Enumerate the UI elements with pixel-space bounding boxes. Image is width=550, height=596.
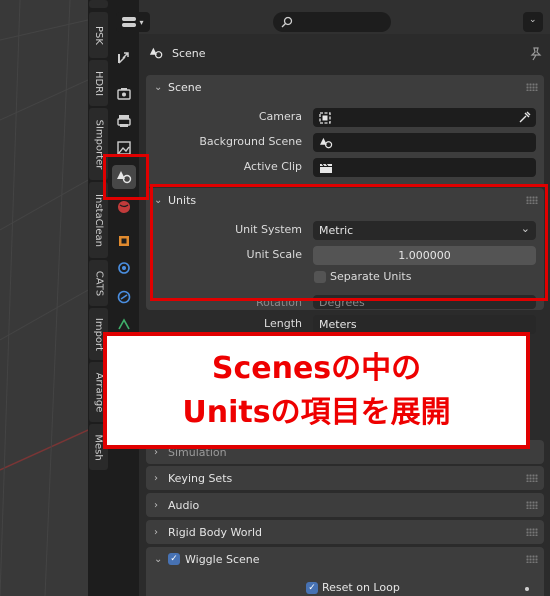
render-icon[interactable] bbox=[112, 81, 136, 105]
tab-psk[interactable]: PSK bbox=[89, 12, 108, 58]
decorator-dot-icon[interactable] bbox=[525, 587, 529, 591]
active-clip-label: Active Clip bbox=[243, 160, 302, 173]
rigid-body-world-panel[interactable]: › Rigid Body World bbox=[146, 520, 544, 544]
length-label: Length bbox=[264, 317, 302, 330]
panel-title: Rigid Body World bbox=[168, 525, 263, 539]
chevron-down-icon: ▾ bbox=[139, 17, 144, 27]
panel-title: Keying Sets bbox=[168, 471, 233, 485]
object-icon[interactable] bbox=[112, 229, 136, 253]
background-scene-label: Background Scene bbox=[199, 135, 302, 148]
tab-cats[interactable]: CATS bbox=[89, 260, 108, 306]
chevron-right-icon: › bbox=[154, 499, 158, 511]
tab-label: HDRI bbox=[93, 70, 104, 96]
chevron-down-icon: ⌄ bbox=[529, 15, 537, 25]
active-clip-field[interactable] bbox=[313, 158, 536, 177]
audio-panel[interactable]: › Audio bbox=[146, 493, 544, 517]
tab-label: PSK bbox=[93, 25, 104, 45]
eyedropper-icon[interactable] bbox=[518, 110, 532, 124]
constraint-icon[interactable] bbox=[112, 285, 136, 309]
reset-on-loop-label: Reset on Loop bbox=[322, 581, 400, 594]
search-icon bbox=[281, 16, 293, 28]
wiggle-scene-checkbox[interactable]: ✓ bbox=[168, 553, 180, 565]
scene-icon bbox=[320, 137, 333, 148]
rigid-body-world-panel-header[interactable]: › Rigid Body World bbox=[146, 520, 544, 544]
editor-type-button[interactable]: ▾ bbox=[116, 12, 150, 32]
physics-icon[interactable] bbox=[112, 256, 136, 280]
clapperboard-icon bbox=[320, 163, 332, 173]
addon-tab-bar: PSK HDRI SImporter InstaClean CATS Impor… bbox=[88, 0, 109, 596]
tool-icon[interactable] bbox=[112, 46, 136, 70]
camera-object-icon bbox=[319, 111, 331, 124]
drag-grip-icon[interactable] bbox=[526, 528, 538, 536]
wiggle-scene-panel-header[interactable]: ⌄ ✓ Wiggle Scene bbox=[146, 547, 544, 571]
background-scene-field[interactable] bbox=[313, 133, 536, 152]
keying-sets-panel-header[interactable]: › Keying Sets bbox=[146, 466, 544, 490]
camera-label: Camera bbox=[258, 110, 302, 123]
reset-on-loop-checkbox[interactable]: ✓ bbox=[306, 582, 318, 594]
chevron-right-icon: › bbox=[154, 472, 158, 484]
length-value: Meters bbox=[319, 318, 357, 331]
properties-tab-column bbox=[109, 0, 139, 596]
output-icon[interactable] bbox=[112, 109, 136, 133]
tab-label: InstaClean bbox=[93, 193, 104, 247]
options-dropdown-button[interactable]: ⌄ bbox=[523, 12, 543, 32]
tab-label: CATS bbox=[93, 270, 105, 296]
panel-title: Scene bbox=[168, 81, 202, 94]
tab-partial[interactable] bbox=[89, 0, 108, 8]
chevron-down-icon: ⌄ bbox=[154, 82, 163, 93]
drag-grip-icon[interactable] bbox=[526, 501, 538, 509]
context-title: Scene bbox=[172, 47, 206, 60]
drag-grip-icon[interactable] bbox=[526, 83, 538, 91]
chevron-right-icon: › bbox=[154, 526, 158, 538]
drag-grip-icon[interactable] bbox=[526, 474, 538, 482]
annotation-line-2: Unitsの項目を展開 bbox=[182, 394, 451, 430]
keying-sets-panel[interactable]: › Keying Sets bbox=[146, 466, 544, 490]
scene-panel-header[interactable]: ⌄ Scene bbox=[146, 75, 544, 100]
camera-field[interactable] bbox=[313, 108, 536, 127]
scene-icon bbox=[149, 47, 163, 59]
chevron-down-icon: ⌄ bbox=[154, 553, 163, 565]
viewport-3d[interactable] bbox=[0, 0, 88, 596]
annotation-callout: Scenesの中の Unitsの項目を展開 bbox=[103, 332, 530, 449]
panel-title: Audio bbox=[168, 498, 200, 512]
audio-panel-header[interactable]: › Audio bbox=[146, 493, 544, 517]
scene-tab-highlight bbox=[103, 154, 149, 200]
tab-hdri[interactable]: HDRI bbox=[89, 60, 108, 106]
annotation-line-1: Scenesの中の bbox=[211, 350, 422, 386]
drag-grip-icon[interactable] bbox=[526, 555, 538, 563]
pin-icon[interactable] bbox=[529, 47, 543, 61]
editor-type-icon bbox=[122, 17, 137, 27]
search-input[interactable] bbox=[273, 12, 391, 32]
viewport-grid bbox=[0, 0, 88, 596]
units-panel-highlight bbox=[150, 184, 548, 301]
panel-title: Wiggle Scene bbox=[185, 552, 260, 566]
